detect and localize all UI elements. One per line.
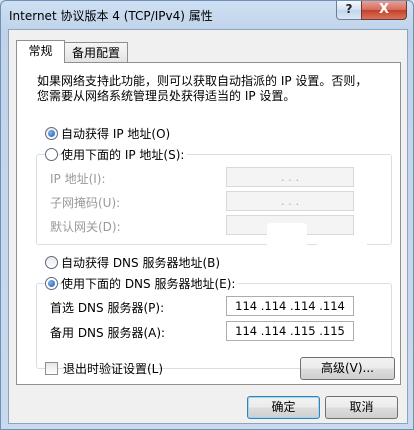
advanced-button[interactable]: 高级(V)... — [300, 357, 395, 380]
dialog-window: Internet 协议版本 4 (TCP/IPv4) 属性 ? X 常规 备用配… — [0, 0, 414, 430]
dialog-body: 常规 备用配置 如果网络支持此功能，则可以获取自动指派的 IP 设置。否则， 您… — [8, 29, 408, 424]
alternate-dns-field[interactable]: 114 .114 .115 .115 — [226, 321, 354, 341]
tab-alternate-configuration[interactable]: 备用配置 — [64, 42, 128, 63]
ip-address-label: IP 地址(I): — [50, 172, 106, 186]
manual-dns-label[interactable]: 使用下面的 DNS 服务器地址(E): — [61, 275, 239, 292]
validate-on-exit-label[interactable]: 退出时验证设置(L) — [63, 360, 163, 377]
subnet-mask-field[interactable]: . . . — [226, 191, 354, 211]
tab-general[interactable]: 常规 — [16, 40, 65, 63]
auto-ip-radio[interactable] — [45, 127, 58, 140]
manual-ip-label[interactable]: 使用下面的 IP 地址(S): — [61, 146, 188, 163]
validate-on-exit-checkbox[interactable] — [45, 362, 58, 375]
auto-dns-label[interactable]: 自动获得 DNS 服务器地址(B) — [61, 254, 220, 271]
description-line-2: 您需要从网络系统管理员处获得适当的 IP 设置。 — [37, 89, 296, 103]
auto-ip-label[interactable]: 自动获得 IP 地址(O) — [61, 125, 170, 142]
preferred-dns-label: 首选 DNS 服务器(P): — [50, 301, 165, 315]
manual-ip-radio[interactable] — [45, 148, 58, 161]
title-bar[interactable]: Internet 协议版本 4 (TCP/IPv4) 属性 ? X — [1, 1, 413, 29]
help-button[interactable]: ? — [336, 1, 362, 20]
image-artifact — [267, 223, 307, 253]
preferred-dns-field[interactable]: 114 .114 .114 .114 — [226, 296, 354, 316]
tab-panel-general: 如果网络支持此功能，则可以获取自动指派的 IP 设置。否则， 您需要从网络系统管… — [16, 62, 401, 385]
ok-button[interactable]: 确定 — [247, 396, 320, 419]
cancel-button[interactable]: 取消 — [325, 396, 398, 419]
default-gateway-label: 默认网关(D): — [50, 220, 121, 234]
ip-address-field[interactable]: . . . — [226, 167, 354, 187]
auto-dns-radio[interactable] — [45, 256, 58, 269]
alternate-dns-label: 备用 DNS 服务器(A): — [50, 326, 166, 340]
subnet-mask-label: 子网掩码(U): — [50, 196, 121, 210]
manual-dns-radio[interactable] — [45, 277, 58, 290]
window-title: Internet 协议版本 4 (TCP/IPv4) 属性 — [9, 9, 213, 23]
close-button[interactable]: X — [361, 1, 407, 20]
